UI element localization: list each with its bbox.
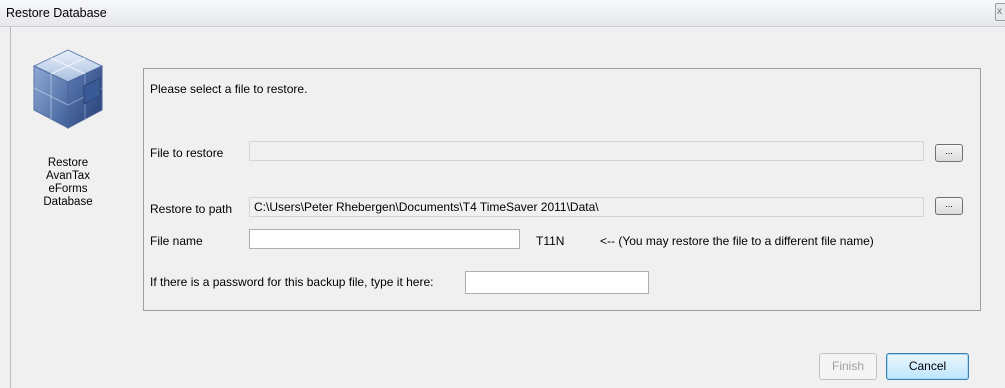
password-input[interactable] [465,271,649,294]
window-title: Restore Database [6,6,107,20]
caption-line-2: AvanTax [46,170,90,182]
window-left-border [10,27,11,388]
restore-to-path-label: Restore to path [150,202,233,216]
file-name-input[interactable] [249,229,520,249]
file-to-restore-label: File to restore [150,146,224,160]
close-icon[interactable]: x [995,3,1005,21]
browse-path-button[interactable]: ... [935,197,963,215]
file-to-restore-field[interactable] [249,141,924,161]
browse-file-button[interactable]: ... [935,144,963,162]
password-label: If there is a password for this backup f… [150,275,434,289]
restore-to-path-field[interactable]: C:\Users\Peter Rhebergen\Documents\T4 Ti… [249,197,924,217]
finish-button[interactable]: Finish [819,353,877,380]
caption-line-3: eForms [48,183,88,195]
file-extension-text: T11N [536,234,565,248]
database-cubes-icon [32,49,104,129]
instruction-text: Please select a file to restore. [150,82,308,96]
restore-caption: Restore AvanTax eForms Database [28,157,108,209]
file-name-label: File name [150,234,203,248]
caption-line-4: Database [43,196,93,208]
file-name-hint: <-- (You may restore the file to a diffe… [600,234,874,248]
cancel-button[interactable]: Cancel [886,353,969,380]
caption-line-1: Restore [47,157,89,169]
title-bar[interactable]: Restore Database x [0,0,1005,27]
